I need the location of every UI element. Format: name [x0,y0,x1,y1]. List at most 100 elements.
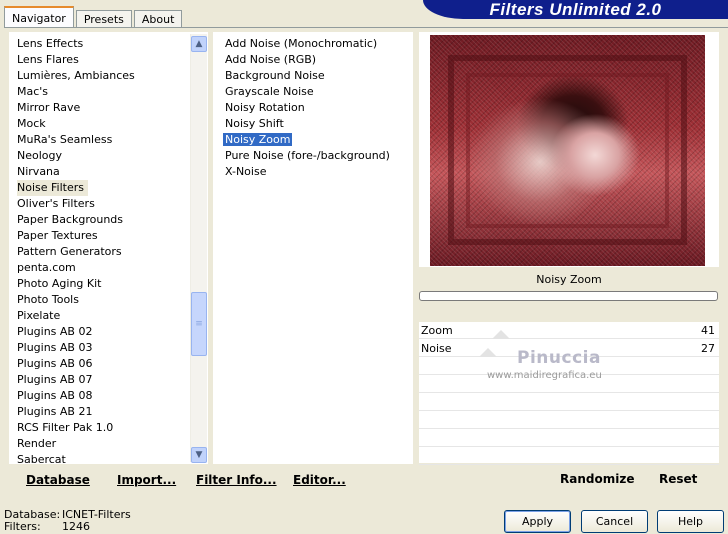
category-row: Noise Filters [17,180,189,196]
category-item[interactable]: Plugins AB 07 [17,372,189,388]
selected-filter-name: Noisy Zoom [536,272,602,286]
category-item[interactable]: Mirror Rave [17,100,189,116]
tab-navigator[interactable]: Navigator [4,6,74,28]
param-value: 41 [701,324,715,337]
category-item[interactable]: Lens Effects [17,36,189,52]
category-row: Paper Textures [17,228,189,244]
status-info: Database: ICNET-Filters Filters: 1246 [4,509,131,533]
category-item[interactable]: Pattern Generators [17,244,189,260]
filter-item-label: X-Noise [225,165,267,178]
filter-list[interactable]: Add Noise (Monochromatic) Add Noise (RGB)… [223,36,408,180]
filter-item-label: Background Noise [225,69,325,82]
category-row: MuRa's Seamless [17,132,189,148]
category-list[interactable]: Lens Effects Lens Flares Lumières, Ambianc… [17,36,189,468]
filter-item-label: Add Noise (RGB) [225,53,317,66]
category-row: Plugins AB 06 [17,356,189,372]
grip-icon: ≡ [195,319,203,329]
param-row-empty [419,448,719,465]
category-item[interactable]: Noise Filters [17,180,88,196]
progress-bar [419,291,718,301]
left-action-bar: Database Import... Filter Info... Editor… [9,466,413,493]
category-item[interactable]: Plugins AB 02 [17,324,189,340]
filter-item[interactable]: Add Noise (Monochromatic) [223,36,408,52]
arrow-up-icon: ▲ [195,39,203,49]
category-row: Paper Backgrounds [17,212,189,228]
filter-item[interactable]: Pure Noise (fore-/background) [223,148,408,164]
randomize-button[interactable]: Randomize [560,472,634,486]
scroll-down-button[interactable]: ▼ [191,447,207,463]
category-item[interactable]: Photo Aging Kit [17,276,189,292]
filter-item[interactable]: X-Noise [223,164,408,180]
reset-button[interactable]: Reset [659,472,697,486]
category-item[interactable]: Mac's [17,84,189,100]
category-item[interactable]: MuRa's Seamless [17,132,189,148]
filter-item[interactable]: Noisy Shift [223,116,408,132]
filter-item[interactable]: Noisy Zoom [223,132,408,148]
param-row-zoom[interactable]: Zoom 41 [419,322,719,339]
watermark-title: Pinuccia [517,348,601,368]
category-item[interactable]: Paper Textures [17,228,189,244]
category-row: Neology [17,148,189,164]
scroll-thumb[interactable]: ≡ [191,292,207,356]
tab-about[interactable]: About [133,10,183,28]
arrow-down-icon: ▼ [195,450,203,460]
category-item[interactable]: Plugins AB 03 [17,340,189,356]
slider-marker[interactable] [491,330,510,339]
filters-count: 1246 [62,520,90,533]
category-row: RCS Filter Pak 1.0 [17,420,189,436]
database-button[interactable]: Database [26,473,90,487]
tab-presets-label: Presets [83,13,124,26]
filter-item[interactable]: Grayscale Noise [223,84,408,100]
category-row: Mirror Rave [17,100,189,116]
param-label: Zoom [421,324,453,337]
category-item[interactable]: Plugins AB 21 [17,404,189,420]
category-item[interactable]: Neology [17,148,189,164]
category-item[interactable]: RCS Filter Pak 1.0 [17,420,189,436]
category-item[interactable]: Pixelate [17,308,189,324]
apply-button[interactable]: Apply [504,510,571,533]
help-button[interactable]: Help [657,510,724,533]
category-row: Plugins AB 08 [17,388,189,404]
tab-about-label: About [141,13,175,26]
filter-item-label: Noisy Zoom [223,133,293,146]
scroll-up-button[interactable]: ▲ [191,36,207,52]
category-item[interactable]: Paper Backgrounds [17,212,189,228]
editor-button[interactable]: Editor... [293,473,346,487]
category-item[interactable]: Plugins AB 06 [17,356,189,372]
category-row: Lens Flares [17,52,189,68]
category-item[interactable]: Lumières, Ambiances [17,68,189,84]
param-row-empty [419,394,719,411]
category-item[interactable]: penta.com [17,260,189,276]
category-item[interactable]: Plugins AB 08 [17,388,189,404]
category-item[interactable]: Render [17,436,189,452]
filter-item[interactable]: Background Noise [223,68,408,84]
brand-title: Filters Unlimited 2.0 [489,0,662,19]
param-row-empty [419,412,719,429]
category-item[interactable]: Nirvana [17,164,189,180]
param-row-empty [419,430,719,447]
category-row: Plugins AB 03 [17,340,189,356]
category-item[interactable]: Photo Tools [17,292,189,308]
import-button[interactable]: Import... [117,473,176,487]
category-row: Mac's [17,84,189,100]
tab-presets[interactable]: Presets [75,10,132,28]
preview-frame [419,32,719,267]
cancel-button[interactable]: Cancel [581,510,648,533]
category-row: Lens Effects [17,36,189,52]
category-scrollbar[interactable]: ▲ ≡ ▼ [190,34,207,463]
category-row: Mock [17,116,189,132]
category-item[interactable]: Oliver's Filters [17,196,189,212]
filter-item[interactable]: Add Noise (RGB) [223,52,408,68]
list-divider [208,32,213,464]
tab-strip: Navigator Presets About [4,6,184,28]
slider-marker[interactable] [479,348,498,357]
category-row: Pattern Generators [17,244,189,260]
category-row: Nirvana [17,164,189,180]
filter-item[interactable]: Noisy Rotation [223,100,408,116]
category-row: Photo Aging Kit [17,276,189,292]
filter-info-button[interactable]: Filter Info... [196,473,277,487]
filter-item-label: Grayscale Noise [225,85,314,98]
category-row: Render [17,436,189,452]
category-item[interactable]: Mock [17,116,189,132]
category-item[interactable]: Lens Flares [17,52,189,68]
